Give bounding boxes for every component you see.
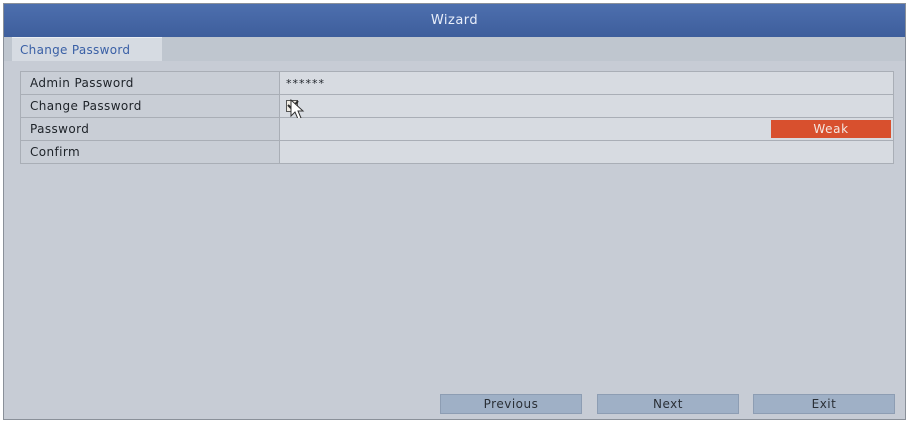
change-password-label: Change Password <box>21 95 280 117</box>
password-strength-indicator: Weak <box>771 120 891 138</box>
confirm-label: Confirm <box>21 141 280 163</box>
password-label: Password <box>21 118 280 140</box>
tab-strip: Change Password <box>4 37 905 61</box>
change-password-row: Change Password <box>21 95 893 120</box>
window-title: Wizard <box>4 4 905 37</box>
confirm-field[interactable] <box>280 141 893 163</box>
password-form: Admin Password ****** Change Password Pa… <box>20 71 894 164</box>
admin-password-label: Admin Password <box>21 72 280 94</box>
wizard-window: Wizard Change Password Admin Password **… <box>3 3 906 420</box>
password-row: Password Weak <box>21 118 893 141</box>
admin-password-row: Admin Password ****** <box>21 72 893 95</box>
next-button[interactable]: Next <box>597 394 739 414</box>
previous-button[interactable]: Previous <box>440 394 582 414</box>
change-password-cell <box>280 95 893 120</box>
tab-change-password[interactable]: Change Password <box>12 37 162 61</box>
content-area: Admin Password ****** Change Password Pa… <box>4 61 905 419</box>
confirm-row: Confirm <box>21 141 893 163</box>
admin-password-value: ****** <box>286 76 325 90</box>
password-field[interactable]: Weak <box>280 118 893 140</box>
admin-password-field[interactable]: ****** <box>280 72 893 94</box>
exit-button[interactable]: Exit <box>753 394 895 414</box>
